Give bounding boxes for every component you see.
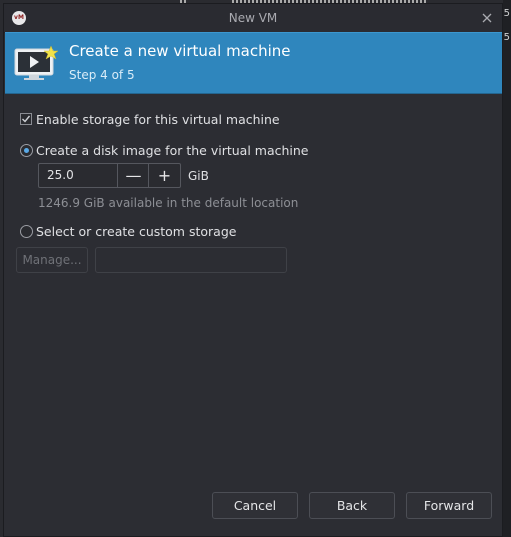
decrease-size-button[interactable]: — xyxy=(117,164,149,187)
enable-storage-label[interactable]: Enable storage for this virtual machine xyxy=(36,112,280,127)
forward-button[interactable]: Forward xyxy=(406,492,492,519)
increase-size-button[interactable]: + xyxy=(148,164,180,187)
disk-size-spinbutton: — + xyxy=(38,163,181,188)
vm-display-icon xyxy=(14,45,58,80)
wizard-step: Step 4 of 5 xyxy=(69,68,135,82)
background-text: 5 xyxy=(503,8,510,19)
close-button[interactable] xyxy=(480,10,494,24)
back-button[interactable]: Back xyxy=(309,492,395,519)
checkmark-icon xyxy=(22,115,31,123)
title-bar: vM New VM xyxy=(4,4,502,33)
background-text: 5 xyxy=(503,32,510,43)
manage-storage-button[interactable]: Manage... xyxy=(16,247,88,273)
wizard-title: Create a new virtual machine xyxy=(69,42,291,60)
available-space-text: 1246.9 GiB available in the default loca… xyxy=(38,196,299,210)
disk-image-label[interactable]: Create a disk image for the virtual mach… xyxy=(36,143,309,158)
size-unit-label: GiB xyxy=(188,169,209,183)
minus-icon: — xyxy=(125,166,142,185)
close-icon xyxy=(482,13,492,23)
storage-page: Enable storage for this virtual machine … xyxy=(4,96,502,536)
disk-image-radio[interactable] xyxy=(20,144,33,157)
wizard-header: Create a new virtual machine Step 4 of 5 xyxy=(5,32,502,94)
cancel-button[interactable]: Cancel xyxy=(212,492,298,519)
background-window-edge: 5 5 xyxy=(503,0,511,537)
enable-storage-checkbox[interactable] xyxy=(20,113,32,125)
window-title: New VM xyxy=(228,11,278,25)
plus-icon: + xyxy=(157,166,172,185)
new-vm-dialog: vM New VM Create a new virtual machine S… xyxy=(3,3,503,537)
disk-size-input[interactable] xyxy=(47,164,117,187)
custom-storage-label[interactable]: Select or create custom storage xyxy=(36,224,236,239)
custom-storage-path-field[interactable] xyxy=(95,247,287,273)
custom-storage-radio[interactable] xyxy=(20,225,33,238)
